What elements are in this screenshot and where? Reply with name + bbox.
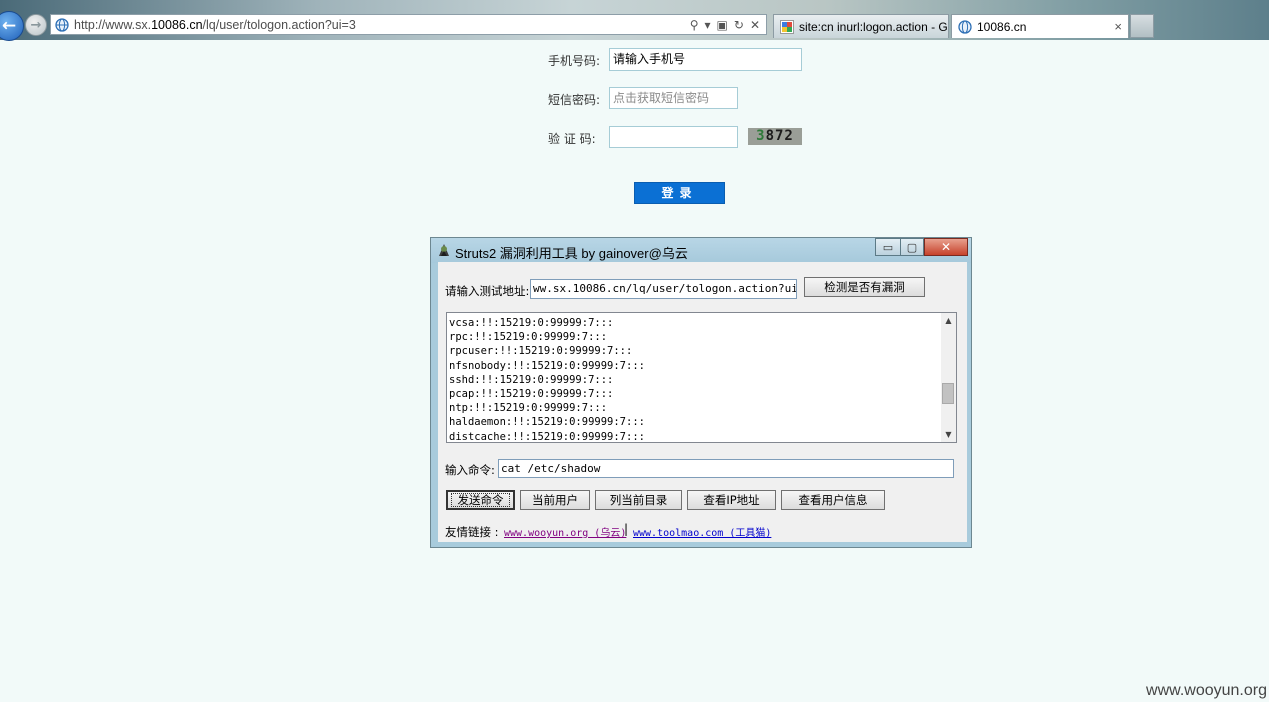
tab-10086[interactable]: 10086.cn × [951, 14, 1129, 38]
close-icon[interactable]: × [1114, 19, 1122, 34]
output-line: rpc:!!:15219:0:99999:7::: [449, 331, 608, 344]
google-favicon-icon [780, 19, 794, 34]
new-tab-button[interactable] [1130, 14, 1154, 38]
phone-field[interactable]: 请输入手机号 [609, 48, 802, 71]
login-button[interactable]: 登录 [634, 182, 725, 204]
output-line: distcache:!!:15219:0:99999:7::: [449, 430, 645, 442]
browser-toolbar: ← → http://www.sx.10086.cn/lq/user/tolog… [0, 0, 1269, 41]
tab-google-search[interactable]: site:cn inurl:logon.action - Go... [773, 14, 949, 38]
user-info-button[interactable]: 查看用户信息 [781, 490, 885, 510]
captcha-label: 验 证 码: [548, 132, 596, 146]
test-url-input[interactable]: ww.sx.10086.cn/lq/user/tologon.action?ui… [530, 279, 797, 299]
address-bar[interactable]: http://www.sx.10086.cn/lq/user/tologon.a… [50, 14, 767, 35]
output-line: vcsa:!!:15219:0:99999:7::: [449, 317, 614, 329]
captcha-image[interactable]: 3872 [748, 128, 802, 145]
test-url-label: 请输入测试地址: [445, 284, 530, 298]
current-user-button[interactable]: 当前用户 [520, 490, 590, 510]
site-globe-icon [958, 19, 972, 34]
tab-title: 10086.cn [977, 19, 1027, 34]
detect-vulnerability-button[interactable]: 检测是否有漏洞 [804, 277, 925, 297]
command-label: 输入命令: [445, 463, 495, 477]
maximize-icon: ▢ [906, 240, 918, 254]
arrow-left-icon: ← [1, 16, 17, 36]
sms-password-label: 短信密码: [548, 93, 601, 107]
sms-password-field[interactable]: 点击获取短信密码 [609, 87, 738, 109]
address-url[interactable]: http://www.sx.10086.cn/lq/user/tologon.a… [74, 18, 690, 32]
maximize-button[interactable]: ▢ [900, 238, 924, 256]
phone-label: 手机号码: [548, 54, 601, 68]
tab-title: site:cn inurl:logon.action - Go... [799, 19, 949, 34]
command-input[interactable]: cat /etc/shadow [498, 459, 954, 478]
forward-button[interactable]: → [25, 14, 47, 36]
friend-links-label: 友情链接 : [445, 525, 499, 539]
send-command-button[interactable]: 发送命令 [446, 490, 515, 510]
output-line: haldaemon:!!:15219:0:99999:7::: [449, 416, 645, 429]
output-line: rpcuser:!!:15219:0:99999:7::: [449, 345, 633, 358]
struts2-tool-window: Struts2 漏洞利用工具 by gainover@乌云 ▭ ▢ ✕ 请输入测… [430, 237, 972, 548]
captcha-field[interactable] [609, 126, 738, 148]
toolmao-link[interactable]: www.toolmao.com (工具猫) [633, 524, 771, 539]
output-line: sshd:!!:15219:0:99999:7::: [449, 373, 614, 386]
window-title: Struts2 漏洞利用工具 by gainover@乌云 [455, 246, 688, 261]
close-icon: ✕ [940, 240, 952, 254]
command-output[interactable]: vcsa:!!:15219:0:99999:7::: rpc:!!:15219:0… [446, 312, 957, 443]
output-line: pcap:!!:15219:0:99999:7::: [449, 388, 614, 401]
window-titlebar[interactable]: Struts2 漏洞利用工具 by gainover@乌云 ▭ ▢ ✕ [431, 238, 971, 263]
output-scrollbar[interactable]: ▲ ▼ [941, 313, 956, 442]
scroll-down-arrow-icon[interactable]: ▼ [941, 427, 956, 442]
scroll-up-arrow-icon[interactable]: ▲ [941, 313, 956, 328]
minimize-icon: ▭ [882, 240, 894, 254]
search-icon[interactable]: ⚲ [690, 18, 699, 32]
arrow-right-icon: → [30, 17, 42, 33]
scroll-thumb[interactable] [942, 383, 954, 404]
refresh-icon[interactable]: ↻ [734, 18, 744, 32]
output-line: nfsnobody:!!:15219:0:99999:7::: [449, 359, 645, 372]
compatibility-view-icon[interactable]: ▣ [717, 18, 728, 32]
view-ip-button[interactable]: 查看IP地址 [687, 490, 776, 510]
link-separator: | [624, 522, 629, 536]
list-directory-button[interactable]: 列当前目录 [595, 490, 682, 510]
watermark: www.wooyun.org [1146, 682, 1267, 699]
stop-icon[interactable]: ✕ [750, 18, 760, 32]
app-icon [439, 244, 449, 256]
output-text: vcsa:!!:15219:0:99999:7::: rpc:!!:15219:0… [449, 316, 940, 442]
window-close-button[interactable]: ✕ [924, 238, 968, 256]
site-globe-icon [55, 17, 69, 32]
chevron-down-icon[interactable]: ▾ [705, 18, 711, 32]
window-client-area: 请输入测试地址: ww.sx.10086.cn/lq/user/tologon.… [438, 262, 967, 542]
output-line: ntp:!!:15219:0:99999:7::: [449, 402, 608, 415]
back-button[interactable]: ← [0, 11, 24, 41]
wooyun-link[interactable]: www.wooyun.org (乌云) [504, 524, 626, 539]
minimize-button[interactable]: ▭ [875, 238, 900, 256]
